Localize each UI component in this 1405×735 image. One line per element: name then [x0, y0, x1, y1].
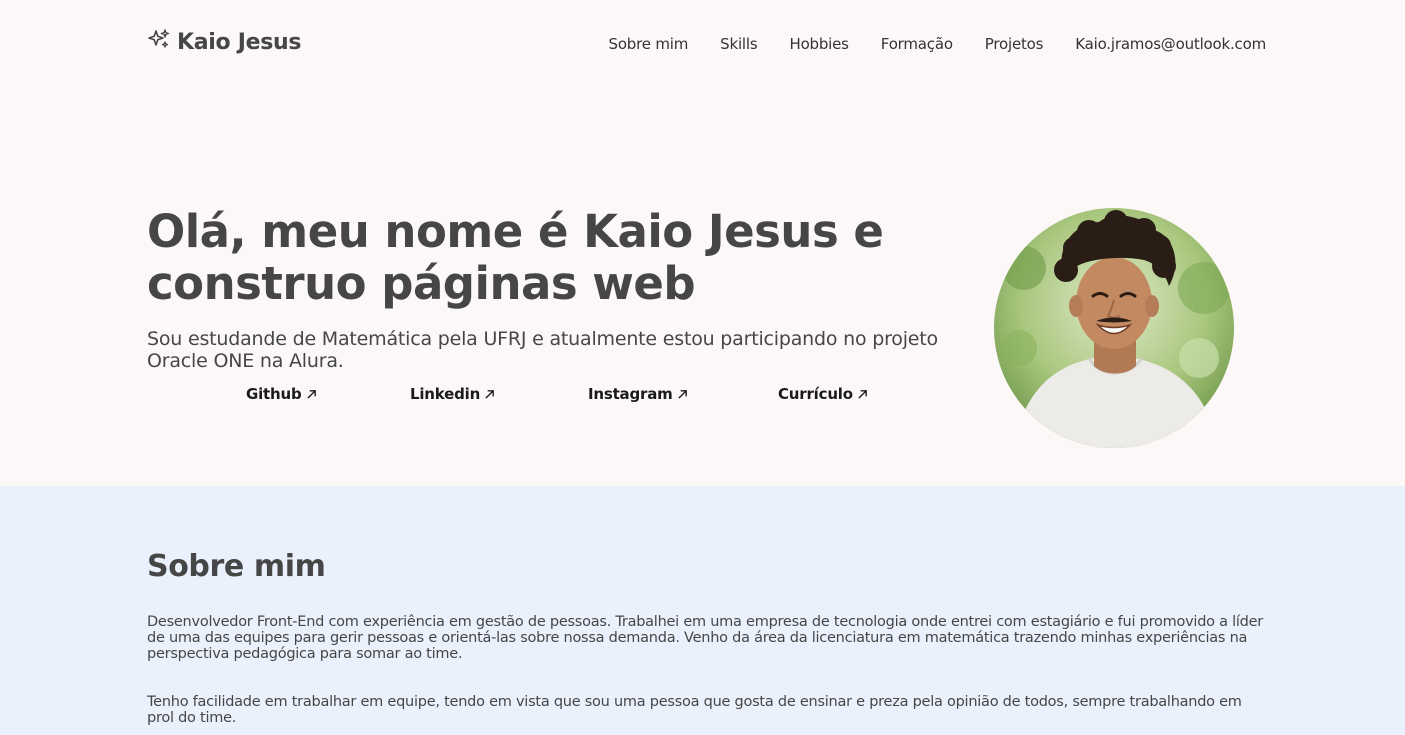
- linkedin-link-label: Linkedin: [410, 385, 481, 403]
- nav-link-projetos[interactable]: Projetos: [985, 35, 1044, 53]
- main-nav: Sobre mim Skills Hobbies Formação Projet…: [609, 35, 1267, 53]
- logo[interactable]: Kaio Jesus: [147, 28, 301, 56]
- nav-link-formacao[interactable]: Formação: [881, 35, 953, 53]
- about-paragraph-1: Desenvolvedor Front-End com experiência …: [147, 614, 1264, 662]
- profile-photo: [994, 208, 1234, 448]
- arrow-up-right-icon: [485, 389, 494, 399]
- hero-title: Olá, meu nome é Kaio Jesus e construo pá…: [147, 206, 947, 310]
- hero-subtitle: Sou estudande de Matemática pela UFRJ e …: [147, 328, 938, 372]
- instagram-link-label: Instagram: [588, 385, 673, 403]
- nav-link-skills[interactable]: Skills: [720, 35, 758, 53]
- arrow-up-right-icon: [858, 389, 867, 399]
- github-link-label: Github: [246, 385, 302, 403]
- arrow-up-right-icon: [306, 389, 316, 399]
- about-paragraph-2: Tenho facilidade em trabalhar em equipe,…: [147, 694, 1242, 726]
- nav-link-sobre-mim[interactable]: Sobre mim: [609, 35, 689, 53]
- arrow-up-right-icon: [677, 389, 687, 399]
- curriculo-link[interactable]: Currículo: [778, 385, 868, 403]
- about-heading: Sobre mim: [147, 549, 326, 584]
- site-header: Kaio Jesus Sobre mim Skills Hobbies Form…: [0, 0, 1405, 90]
- about-section: Sobre mim Desenvolvedor Front-End com ex…: [0, 486, 1405, 735]
- nav-link-hobbies[interactable]: Hobbies: [789, 35, 849, 53]
- hero-title-line2: construo páginas web: [147, 257, 696, 310]
- sparkles-icon: [147, 28, 171, 56]
- github-link[interactable]: Github: [246, 385, 317, 403]
- curriculo-link-label: Currículo: [778, 385, 853, 403]
- logo-text: Kaio Jesus: [177, 29, 302, 55]
- instagram-link[interactable]: Instagram: [588, 385, 688, 403]
- linkedin-link[interactable]: Linkedin: [410, 385, 495, 403]
- nav-link-email[interactable]: Kaio.jramos@outlook.com: [1075, 35, 1266, 53]
- hero-title-line1: Olá, meu nome é Kaio Jesus e: [147, 205, 884, 258]
